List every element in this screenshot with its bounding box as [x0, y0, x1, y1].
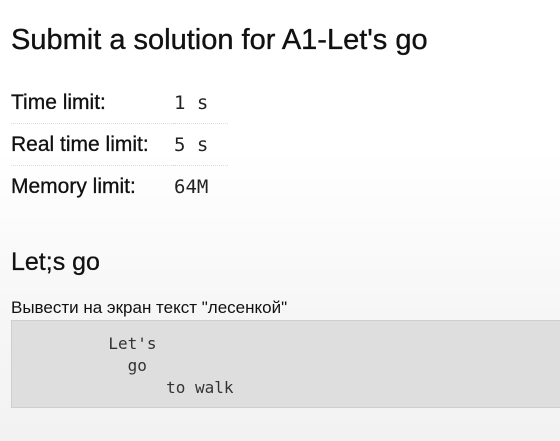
memory-limit-value: 64M [174, 165, 228, 207]
memory-limit-label: Memory limit: [11, 165, 174, 207]
page-title: Submit a solution for A1-Let's go [11, 24, 428, 56]
example-line: to walk [12, 378, 234, 397]
example-output-box: Let's go to walk [11, 320, 560, 408]
limit-row-real-time: Real time limit: 5 s [11, 123, 228, 166]
limit-row-time: Time limit: 1 s [11, 82, 228, 124]
time-limit-label: Time limit: [11, 90, 106, 114]
problem-section-title: Let;s go [11, 248, 100, 276]
problem-statement: Вывести на экран текст "лесенкой" [11, 298, 288, 317]
real-time-limit-label: Real time limit: [11, 123, 174, 166]
submit-page: Submit a solution for A1-Let's go Time l… [11, 0, 560, 441]
real-time-limit-value: 5 s [174, 123, 228, 166]
time-limit-value: 1 s [174, 91, 209, 114]
example-line: go [12, 356, 147, 375]
limit-row-memory: Memory limit: 64M [11, 165, 228, 207]
example-line: Let's [12, 334, 157, 353]
limits-table: Time limit: 1 s Real time limit: 5 s Mem… [11, 82, 228, 207]
